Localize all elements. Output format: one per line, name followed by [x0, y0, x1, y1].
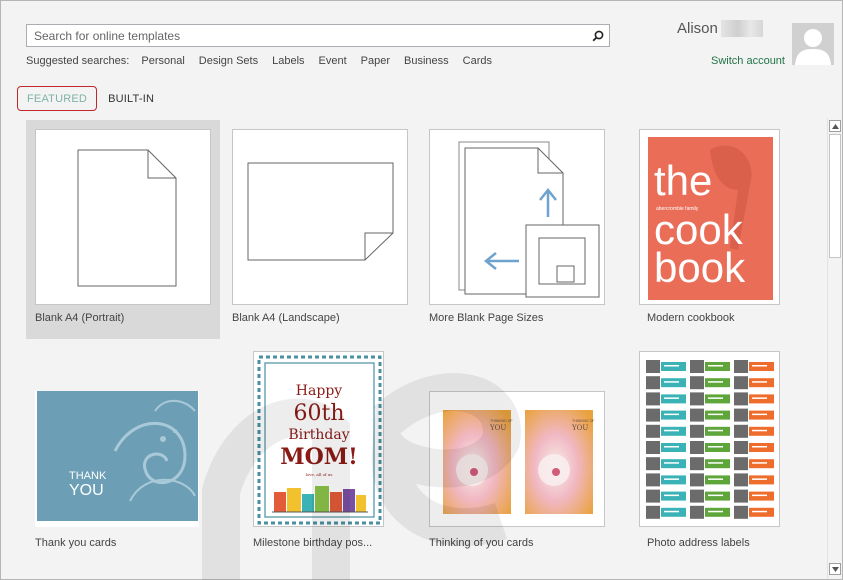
label-cell [734, 489, 774, 503]
template-photo-address-labels[interactable]: Photo address labels [637, 351, 827, 551]
label-cell [646, 360, 686, 373]
search-input[interactable] [27, 25, 587, 46]
template-blank-portrait[interactable]: Blank A4 (Portrait) [26, 120, 220, 339]
label-cell [646, 473, 686, 487]
label-cell [690, 408, 730, 422]
template-thumbnail: the abercrombie family cook book [639, 129, 780, 305]
card-text-you: YOU [489, 424, 506, 432]
label-cell [734, 505, 774, 519]
template-more-blank-sizes[interactable]: More Blank Page Sizes [420, 120, 614, 339]
blurred-surname [720, 20, 763, 37]
poster-mom: MOM! [280, 444, 358, 470]
template-thumbnail: Happy 60th Birthday MOM! love, all of us [253, 351, 384, 527]
label-cell [646, 505, 686, 519]
suggested-design-sets[interactable]: Design Sets [199, 55, 258, 67]
label-cell [734, 408, 774, 422]
template-name: Thinking of you cards [429, 537, 534, 549]
template-gallery: Blank A4 (Portrait) Blank A4 (Landscape) [1, 118, 827, 580]
suggested-cards[interactable]: Cards [463, 55, 492, 67]
tab-built-in[interactable]: BUILT-IN [108, 93, 154, 105]
card-text-you-2: YOU [571, 424, 588, 432]
label-cell [646, 457, 686, 471]
template-tabs: FEATURED BUILT-IN [17, 86, 154, 111]
template-thumbnail [35, 129, 211, 305]
template-thumbnail [429, 129, 605, 305]
label-cell [690, 376, 730, 390]
template-thank-you-cards[interactable]: THANK YOU Thank you cards [26, 351, 220, 551]
label-cell [690, 489, 730, 503]
label-cell [690, 424, 730, 438]
label-cell [734, 424, 774, 438]
suggested-searches: Suggested searches: Personal Design Sets… [26, 55, 492, 67]
template-milestone-birthday[interactable]: Happy 60th Birthday MOM! love, all of us… [223, 351, 417, 551]
label-cell [646, 489, 686, 503]
label-cell [734, 473, 774, 487]
triangle-up-icon [831, 123, 839, 129]
cookbook-title-book: book [654, 244, 746, 291]
template-name: Photo address labels [647, 537, 750, 549]
card-text-you: YOU [69, 482, 104, 499]
suggested-business[interactable]: Business [404, 55, 449, 67]
template-thinking-of-you[interactable]: THINKING OF YOU THINKING OF YOU Thinking… [420, 351, 614, 551]
triangle-down-icon [831, 566, 839, 572]
template-name: Blank A4 (Landscape) [232, 312, 340, 324]
label-cell [734, 376, 774, 390]
template-thumbnail [232, 129, 408, 305]
label-cell [646, 408, 686, 422]
suggested-labels[interactable]: Labels [272, 55, 304, 67]
template-thumbnail: THANK YOU [35, 391, 211, 527]
suggested-personal[interactable]: Personal [141, 55, 184, 67]
search-icon [592, 30, 604, 41]
template-name: Modern cookbook [647, 312, 735, 324]
label-cell [690, 360, 730, 373]
template-name: Milestone birthday pos... [253, 537, 373, 549]
template-modern-cookbook[interactable]: the abercrombie family cook book Modern … [637, 120, 827, 339]
template-thumbnail [639, 351, 780, 527]
label-cell [734, 457, 774, 471]
suggested-event[interactable]: Event [319, 55, 347, 67]
account-name-text: Alison [677, 20, 718, 37]
suggested-label: Suggested searches: [26, 55, 130, 67]
label-cell [690, 392, 730, 406]
template-name: Blank A4 (Portrait) [35, 312, 125, 324]
scroll-up-button[interactable] [829, 120, 841, 132]
template-name: Thank you cards [35, 537, 117, 549]
cookbook-title-the: the [654, 157, 712, 204]
switch-account-link[interactable]: Switch account [711, 55, 785, 67]
label-cell [734, 441, 774, 454]
label-cell [690, 457, 730, 471]
label-cell [646, 424, 686, 438]
template-name: More Blank Page Sizes [429, 312, 544, 324]
search-button[interactable] [587, 25, 609, 46]
label-cell [646, 441, 686, 454]
user-icon [792, 23, 834, 65]
label-cell [690, 441, 730, 454]
avatar[interactable] [792, 23, 834, 65]
label-cell [646, 376, 686, 390]
label-cell [690, 473, 730, 487]
scroll-down-button[interactable] [829, 563, 841, 575]
label-cell [646, 392, 686, 406]
card-text-thinking-2: THINKING OF [572, 419, 595, 423]
template-blank-landscape[interactable]: Blank A4 (Landscape) [223, 120, 417, 339]
template-thumbnail: THINKING OF YOU THINKING OF YOU [429, 391, 605, 527]
tab-featured[interactable]: FEATURED [17, 86, 98, 111]
card-text-thinking: THINKING OF [490, 419, 513, 423]
vertical-scrollbar[interactable] [827, 118, 842, 579]
poster-love: love, all of us [306, 472, 333, 477]
scroll-thumb[interactable] [829, 134, 841, 258]
poster-birthday: Birthday [288, 427, 349, 443]
label-cell [734, 392, 774, 406]
label-cell [690, 505, 730, 519]
poster-happy: Happy [296, 383, 342, 399]
suggested-paper[interactable]: Paper [361, 55, 390, 67]
search-box[interactable] [26, 24, 610, 47]
label-cell [734, 360, 774, 373]
card-text-thank: THANK [69, 470, 107, 482]
account-name: Alison [677, 20, 763, 37]
poster-60th: 60th [293, 401, 344, 426]
